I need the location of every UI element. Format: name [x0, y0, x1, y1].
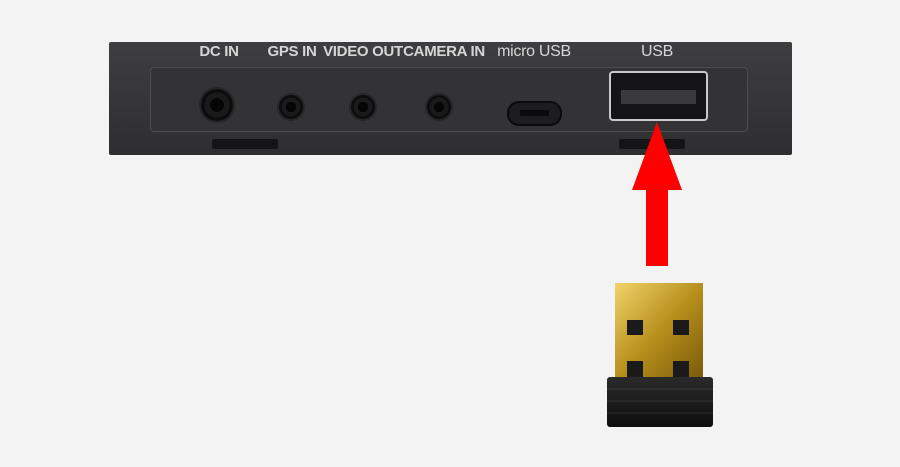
camera-in-label: CAMERA IN: [403, 43, 485, 60]
gps-in-label: GPS IN: [267, 43, 317, 60]
micro-usb-label: micro USB: [497, 43, 571, 60]
video-out-label: VIDEO OUT: [323, 43, 403, 60]
diagram-stage: DC IN GPS IN VIDEO OUT CAMERA IN micro U…: [0, 0, 900, 467]
usb-port-tongue: [621, 90, 696, 104]
dc-in-label: DC IN: [199, 43, 239, 60]
usb-label: USB: [641, 43, 673, 60]
usb-dongle-icon: [607, 283, 713, 427]
camera-in-jack: [427, 95, 451, 119]
dc-in-jack: [201, 89, 233, 121]
gps-in-jack: [279, 95, 303, 119]
usb-port: [609, 71, 708, 121]
arrow-up-icon: [632, 122, 682, 266]
micro-usb-port: [507, 101, 562, 126]
device-rear-panel: DC IN GPS IN VIDEO OUT CAMERA IN micro U…: [109, 42, 792, 155]
panel-slot-left: [212, 139, 278, 149]
video-out-jack: [351, 95, 375, 119]
